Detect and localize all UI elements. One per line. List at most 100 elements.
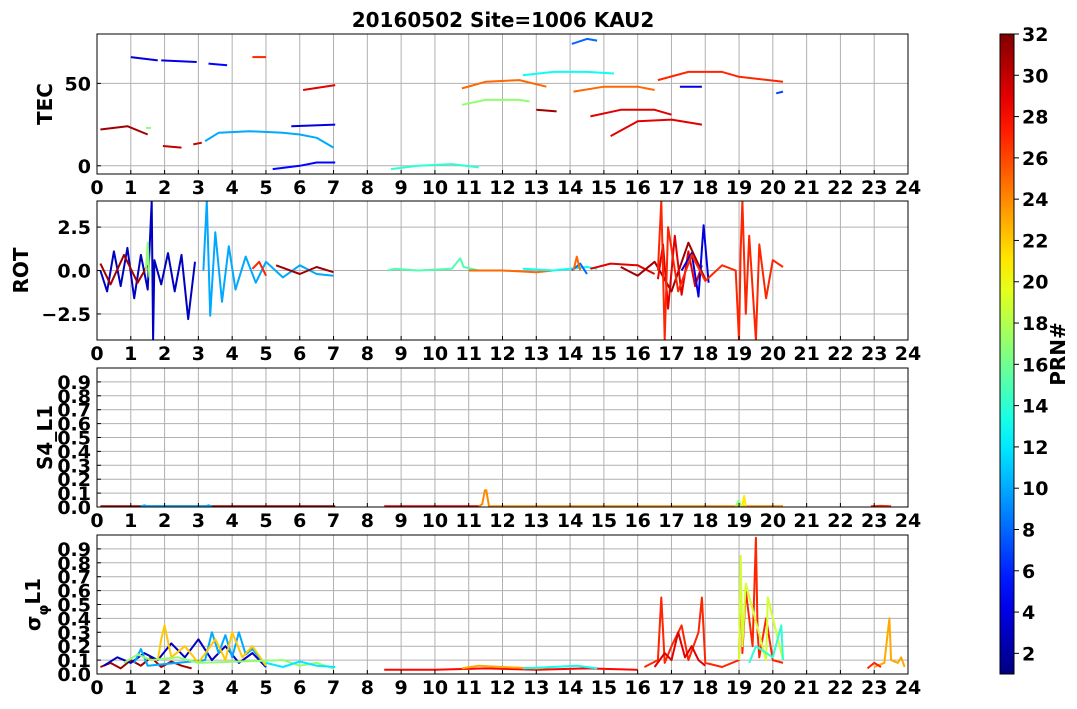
panel-4: 0 1 2 3 4 5 6 7 8 9 10 11 12 13 14 15 16 17 18 19 20 21 22 23 24… — [21, 534, 921, 699]
x-tick-label: 23 — [861, 177, 887, 199]
series-line-prn-4 — [130, 56, 158, 62]
colorbar-tick-label: 28 — [1022, 107, 1048, 129]
x-tick-label: 16 — [624, 177, 650, 199]
colorbar-tick-label: 8 — [1022, 519, 1035, 541]
series-line-prn-17 — [461, 98, 530, 106]
series-line-prn-29 — [590, 108, 672, 118]
x-tick-label: 22 — [827, 677, 853, 699]
x-tick-label: 13 — [523, 510, 549, 532]
series-line-prn-10 — [204, 130, 335, 149]
colorbar-gradient — [999, 33, 1015, 675]
x-tick-label: 5 — [259, 677, 272, 699]
series-line-prn-25 — [573, 85, 655, 93]
x-tick-label: 4 — [226, 343, 239, 365]
x-tick-label: 18 — [692, 177, 718, 199]
y-tick-label: 0.9 — [57, 539, 91, 561]
y-tick-label: 0 — [78, 156, 91, 178]
y-tick-label: 0.0 — [57, 261, 91, 283]
y-axis-label: σφL1 — [21, 578, 52, 631]
y-axis-label: S4_L1 — [33, 405, 57, 470]
x-tick-label: 13 — [523, 343, 549, 365]
x-tick-label: 21 — [793, 177, 819, 199]
colorbar-tick-label: 26 — [1022, 148, 1048, 170]
x-tick-label: 17 — [658, 510, 684, 532]
x-tick-label: 15 — [591, 343, 617, 365]
series-line-prn-5 — [208, 62, 228, 67]
series-line-prn-27 — [657, 70, 784, 83]
x-tick-label: 18 — [692, 343, 718, 365]
x-tick-label: 21 — [793, 677, 819, 699]
x-tick-label: 12 — [489, 177, 515, 199]
x-tick-label: 17 — [658, 177, 684, 199]
x-tick-label: 20 — [760, 510, 786, 532]
series-group — [100, 37, 784, 171]
y-tick-label: 2.5 — [57, 217, 91, 239]
y-tick-label: 50 — [65, 73, 91, 95]
x-tick-label: 5 — [259, 343, 272, 365]
x-tick-label: 19 — [726, 177, 752, 199]
panels: 0 1 2 3 4 5 6 7 8 9 10 11 12 13 14 15 16 17 18 19 20 21 22 23 24… — [9, 33, 921, 699]
x-tick-label: 7 — [327, 677, 340, 699]
chart-title: 20160502 Site=1006 KAU2 — [352, 8, 655, 32]
x-tick-label: 4 — [226, 510, 239, 532]
x-tick-label: 14 — [557, 177, 583, 199]
x-tick-label: 16 — [624, 343, 650, 365]
y-tick-label: −2.5 — [41, 304, 91, 326]
x-tick-label: 1 — [124, 510, 137, 532]
x-tick-label: 9 — [395, 177, 408, 199]
x-tick-label: 19 — [726, 510, 752, 532]
x-tick-label: 22 — [827, 343, 853, 365]
x-tick-label: 2 — [158, 677, 171, 699]
y-axis-label-l1: L1 — [21, 578, 45, 605]
x-tick-label: 6 — [293, 177, 306, 199]
colorbar-tick-label: 16 — [1022, 354, 1048, 376]
colorbar-tick-label: 24 — [1022, 189, 1048, 211]
x-tick-label: 7 — [327, 177, 340, 199]
x-tick-label: 9 — [395, 677, 408, 699]
colorbar-tick-label: 30 — [1022, 65, 1048, 87]
x-tick-label: 7 — [327, 510, 340, 532]
series-line-prn-4 — [291, 123, 336, 128]
colorbar-tick-label: 6 — [1022, 561, 1035, 583]
series-line-prn-31 — [275, 264, 334, 275]
x-tick-label: 8 — [361, 177, 374, 199]
x-tick-label: 12 — [489, 677, 515, 699]
series-line-prn-30 — [162, 145, 182, 149]
x-tick-label: 20 — [760, 177, 786, 199]
x-tick-label: 15 — [591, 677, 617, 699]
series-line-prn-8 — [571, 37, 598, 45]
x-tick-label: 8 — [361, 343, 374, 365]
x-tick-label: 16 — [624, 677, 650, 699]
x-tick-label: 0 — [90, 510, 103, 532]
x-tick-label: 24 — [895, 510, 921, 532]
x-tick-label: 5 — [259, 177, 272, 199]
series-line-prn-29 — [653, 631, 706, 668]
x-tick-label: 7 — [327, 343, 340, 365]
x-tick-label: 23 — [861, 510, 887, 532]
series-line-prn-10 — [202, 201, 334, 317]
x-tick-label: 18 — [692, 677, 718, 699]
x-tick-label: 21 — [793, 510, 819, 532]
figure-canvas: 20160502 Site=1006 KAU2 0 1 2 3 4 5 6 7 8 9 10 11 12… — [9, 8, 1070, 699]
x-tick-label: 19 — [726, 677, 752, 699]
x-tick-label: 6 — [293, 510, 306, 532]
panel-1: 0 1 2 3 4 5 6 7 8 9 10 11 12 13 14 15 16 17 18 19 20 21 22 23 24… — [33, 33, 921, 199]
series-line-prn-13 — [522, 266, 598, 272]
x-tick-label: 0 — [90, 343, 103, 365]
colorbar-label: PRN# — [1046, 322, 1070, 386]
x-tick-label: 22 — [827, 510, 853, 532]
panel-3: 0 1 2 3 4 5 6 7 8 9 10 11 12 13 14 15 16 17 18 19 20 21 22 23 24… — [33, 367, 921, 532]
x-tick-label: 14 — [557, 510, 583, 532]
x-tick-label: 10 — [422, 510, 448, 532]
x-tick-label: 2 — [158, 510, 171, 532]
colorbar: 2468101214161820222426283032PRN# — [999, 24, 1070, 675]
y-tick-label: 0.9 — [57, 372, 91, 394]
x-tick-label: 9 — [395, 343, 408, 365]
x-tick-label: 5 — [259, 510, 272, 532]
x-tick-label: 15 — [591, 177, 617, 199]
x-tick-label: 2 — [158, 343, 171, 365]
colorbar-tick-label: 12 — [1022, 437, 1048, 459]
x-tick-label: 9 — [395, 510, 408, 532]
x-tick-label: 12 — [489, 510, 515, 532]
x-tick-label: 24 — [895, 177, 921, 199]
